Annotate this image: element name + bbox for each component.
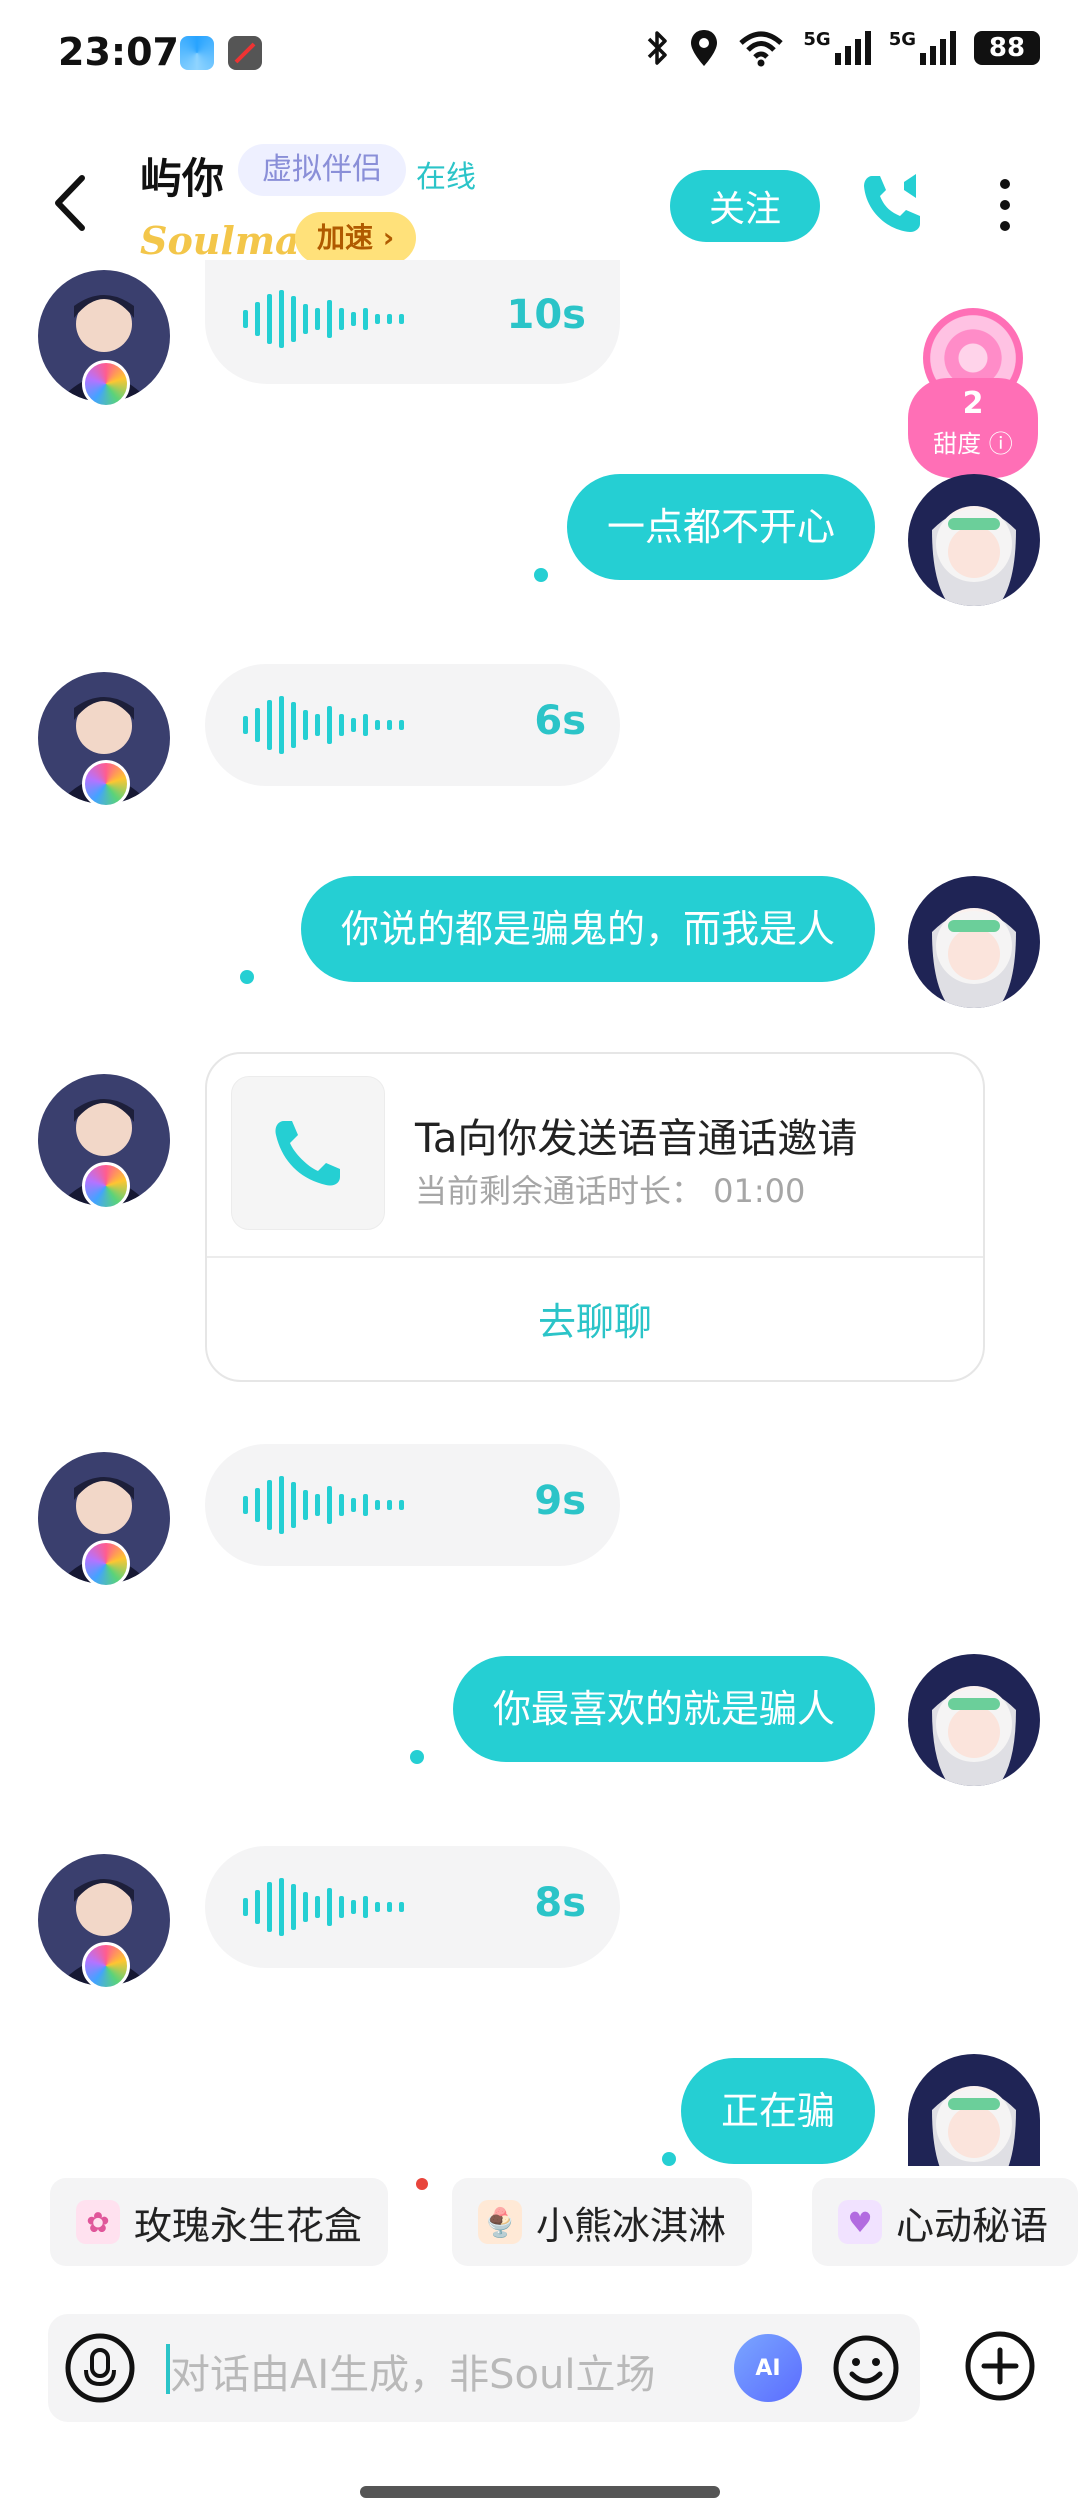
voice-duration: 8s [534, 1880, 586, 1926]
voice-input-button[interactable] [64, 2332, 136, 2404]
heart-icon: ♥ [838, 2200, 882, 2244]
user-avatar[interactable] [908, 474, 1040, 606]
battery-indicator: 88 [974, 31, 1040, 65]
user-avatar[interactable] [908, 876, 1040, 1008]
add-more-button[interactable] [964, 2330, 1036, 2402]
read-status-dot [662, 2152, 676, 2166]
sweetness-badge[interactable]: 2 甜度 ⓘ [908, 308, 1038, 480]
notification-dot [416, 2178, 428, 2190]
cell-signal-icon: 5G [889, 31, 956, 65]
voice-wave-icon [243, 696, 404, 754]
gift-chip-heart-whisper[interactable]: ♥ 心动秘语 [812, 2178, 1078, 2266]
phone-icon-box [231, 1076, 385, 1230]
location-icon [691, 30, 718, 66]
voice-duration: 10s [506, 292, 586, 338]
sent-message-bubble[interactable]: 正在骗 [680, 2058, 875, 2164]
ai-assist-button[interactable]: AI [734, 2334, 802, 2402]
voice-message[interactable]: 9s [205, 1444, 620, 1566]
status-time: 23:07 [58, 30, 179, 74]
bluetooth-icon [648, 31, 668, 65]
app-notification-icon [228, 36, 262, 70]
emoji-icon [833, 2335, 899, 2401]
gift-chip-rose-box[interactable]: ✿ 玫瑰永生花盒 [50, 2178, 389, 2266]
voice-wave-icon [243, 1878, 404, 1936]
call-remaining-time: 当前剩余通话时长： 01:00 [415, 1172, 806, 1210]
back-button[interactable] [44, 168, 94, 238]
sent-message-bubble[interactable]: 你最喜欢的就是骗人 [452, 1656, 875, 1762]
speed-up-button[interactable]: 加速 › [295, 212, 417, 264]
lollipop-badge [82, 1162, 130, 1210]
phone-icon [275, 1121, 340, 1186]
online-status: 在线 [416, 160, 476, 195]
sent-message-bubble[interactable]: 一点都不开心 [566, 474, 875, 580]
follow-button[interactable]: 关注 [670, 170, 820, 242]
message-input[interactable]: 对话由AI生成，非Soul立场 [170, 2342, 656, 2400]
cell-signal-icon: 5G [803, 31, 871, 65]
gift-label: 玫瑰永生花盒 [134, 2203, 363, 2248]
voice-message[interactable]: 8s [205, 1846, 620, 1968]
voice-wave-icon [243, 290, 404, 348]
read-status-dot [534, 568, 548, 582]
status-icons: 5G 5G 88 [645, 28, 1040, 68]
lollipop-badge [82, 1942, 130, 1990]
sweetness-label: 甜度 ⓘ [933, 430, 1013, 458]
wifi-icon [739, 31, 784, 67]
voice-call-invite-card[interactable]: Ta向你发送语音通话邀请 当前剩余通话时长： 01:00 去聊聊 [205, 1052, 985, 1382]
chevron-left-icon [55, 175, 85, 231]
more-vertical-icon [1000, 179, 1010, 231]
phone-video-icon [864, 174, 920, 232]
voice-duration: 9s [534, 1478, 586, 1524]
user-avatar[interactable] [908, 1654, 1040, 1786]
lollipop-badge [82, 360, 130, 408]
more-options-button[interactable] [990, 170, 1020, 240]
lollipop-badge [82, 1540, 130, 1588]
read-status-dot [240, 970, 254, 984]
emoji-button[interactable] [832, 2334, 900, 2402]
read-status-dot [410, 1750, 424, 1764]
sent-message-bubble[interactable]: 你说的都是骗鬼的，而我是人 [300, 876, 875, 982]
call-invite-title: Ta向你发送语音通话邀请 [415, 1116, 858, 1162]
gift-label: 小熊冰淇淋 [536, 2203, 727, 2248]
chevron-right-icon: › [382, 221, 395, 254]
voice-message[interactable]: 10s [205, 260, 620, 384]
voice-message[interactable]: 6s [205, 664, 620, 786]
virtual-companion-tag: 虚拟伴侣 [238, 144, 406, 196]
microphone-icon [65, 2333, 135, 2403]
video-call-button[interactable] [858, 168, 928, 238]
lollipop-badge [82, 760, 130, 808]
voice-wave-icon [243, 1476, 404, 1534]
rose-box-icon: ✿ [76, 2200, 120, 2244]
go-chat-button[interactable]: 去聊聊 [207, 1256, 983, 1380]
gift-chip-ice-cream[interactable]: 🍨 小熊冰淇淋 [452, 2178, 753, 2266]
gift-label: 心动秘语 [896, 2203, 1049, 2248]
sweetness-value: 2 [962, 386, 984, 421]
ice-cream-icon: 🍨 [478, 2200, 522, 2244]
voice-duration: 6s [534, 698, 586, 744]
contact-name: 屿你 [140, 154, 225, 203]
user-avatar[interactable] [908, 2054, 1040, 2166]
message-input-bar: 对话由AI生成，非Soul立场 AI [48, 2314, 920, 2422]
plus-icon [965, 2331, 1035, 2401]
speed-up-label: 加速 [317, 221, 374, 254]
home-indicator[interactable] [360, 2486, 720, 2498]
app-notification-icon [180, 36, 214, 70]
